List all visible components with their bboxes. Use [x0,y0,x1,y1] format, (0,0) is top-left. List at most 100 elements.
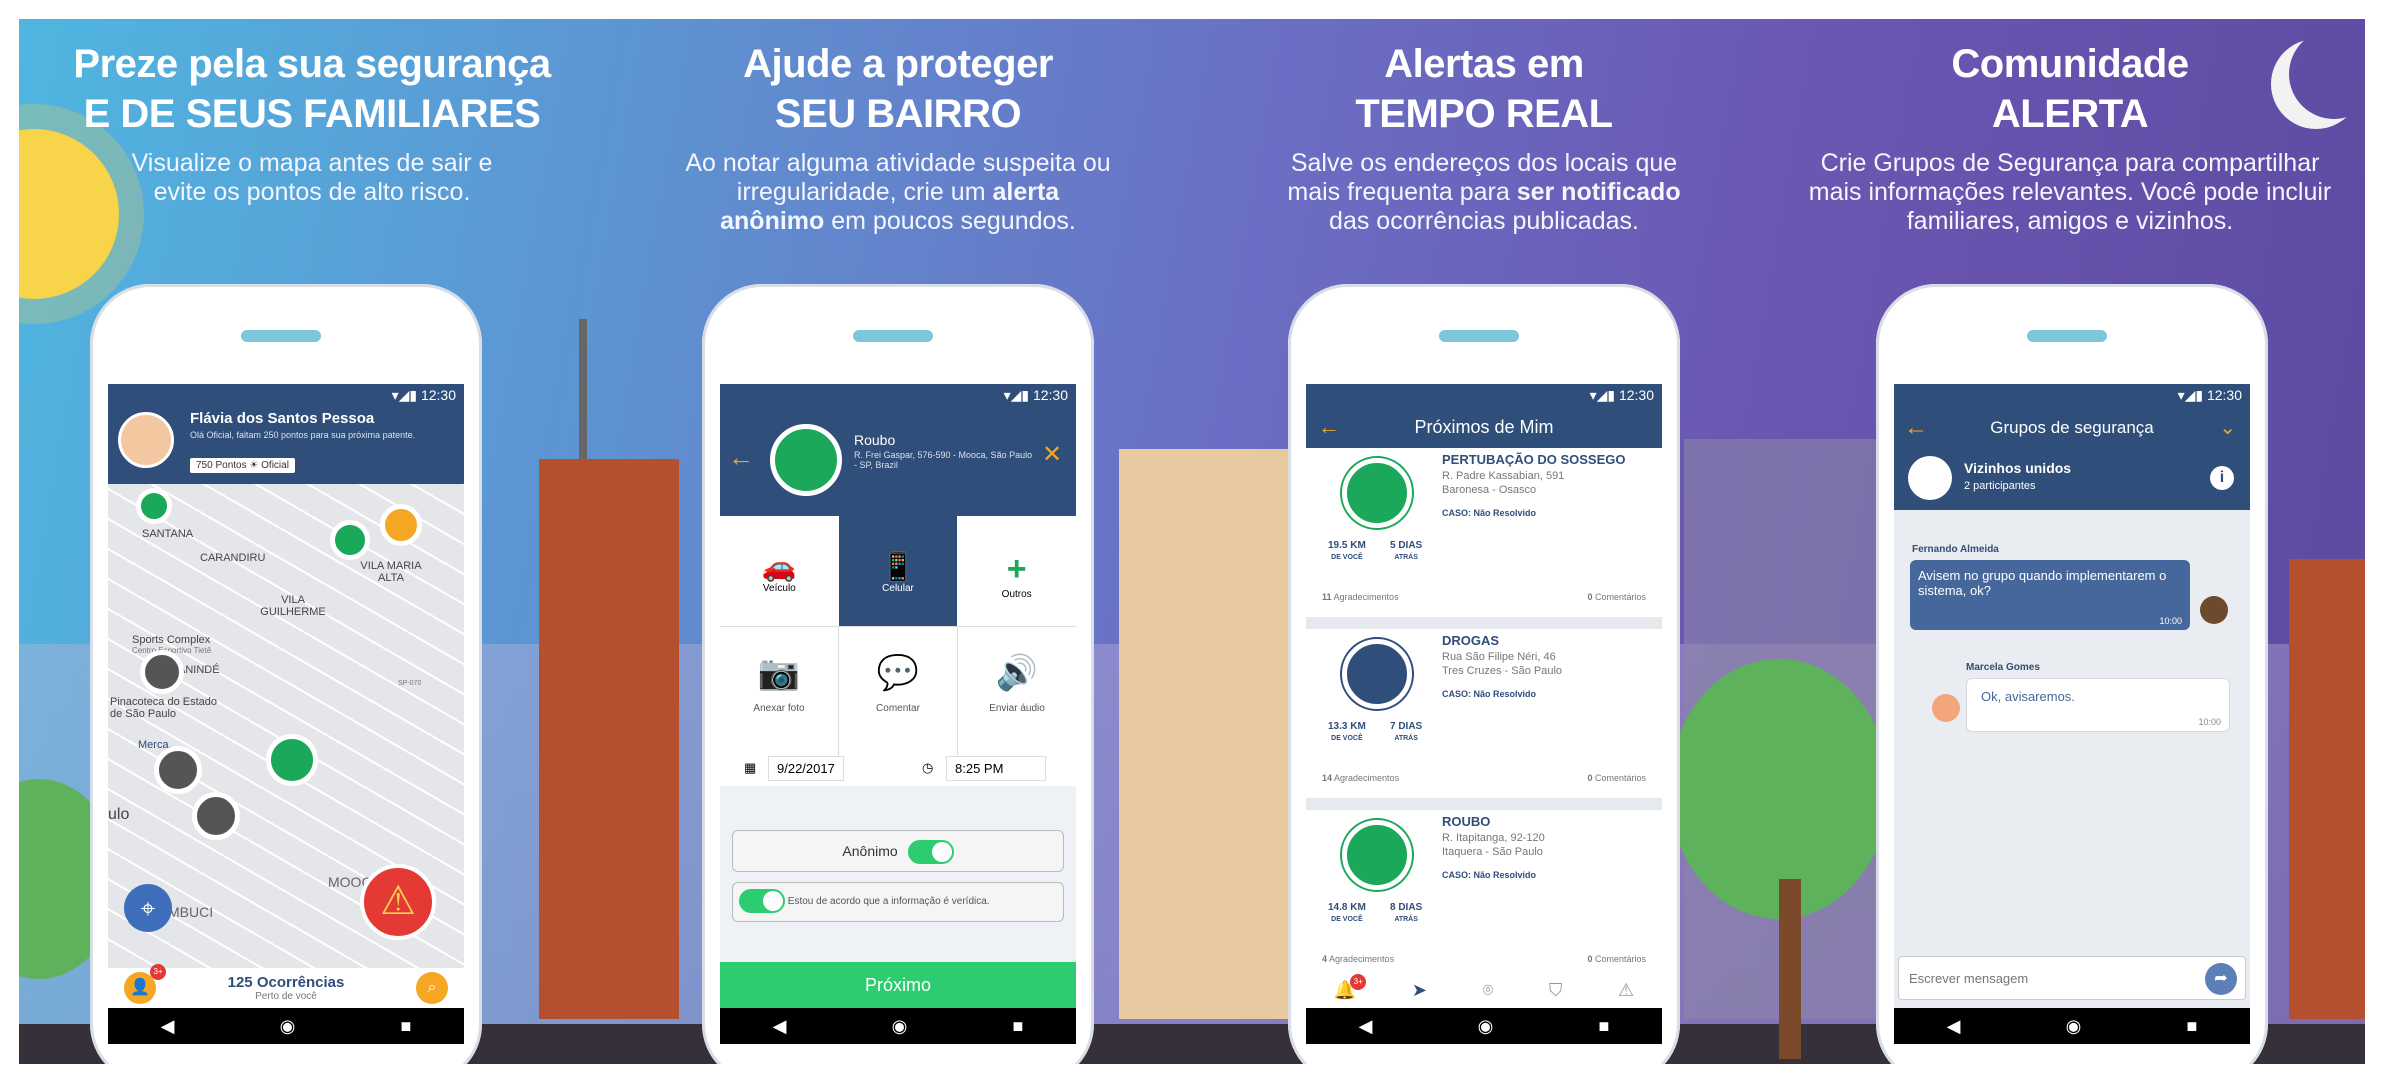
alert-distance: 13.3 KM DE VOCÊ [1328,721,1366,742]
profile-button[interactable]: 👤 3+ [124,964,166,1004]
calendar-icon: ▦ [744,760,757,775]
back-icon[interactable]: ◀ [1947,1016,1961,1037]
robbery-alert-pin[interactable] [154,746,202,794]
user-name: Flávia dos Santos Pessoa [190,410,375,427]
alert-status: CASO: Não Resolvido [1442,870,1537,880]
message-time: 10:00 [2198,717,2221,727]
alert-type: DROGAS [1442,633,1500,648]
report-header: ← Roubo R. Frei Gaspar, 576-590 - Mooca,… [720,406,1076,516]
chevron-down-icon[interactable]: ⌄ [2219,406,2236,450]
phone-speaker [2027,330,2107,342]
date-time-row: ▦ 9/22/2017 ◷ 8:25 PM [720,756,1076,786]
alert-comments: 0 Comentários [1587,954,1646,964]
android-navbar: ◀ ◉ ■ [1894,1008,2250,1044]
home-icon[interactable]: ◉ [280,1016,296,1037]
header-4: Comunidade ALERTA Crie Grupos de Seguran… [1777,39,2363,236]
next-button[interactable]: Próximo [720,962,1076,1008]
recent-apps-icon[interactable]: ■ [1013,1016,1024,1037]
phone-2: ▾◢▮ 12:30 ← Roubo R. Frei Gaspar, 576-59… [702,284,1094,1064]
alert-distance: 14.8 KM DE VOCÊ [1328,902,1366,923]
recent-apps-icon[interactable]: ■ [2187,1016,2198,1037]
anonymous-toggle-row[interactable]: Anônimo [732,830,1064,872]
back-icon[interactable]: ◀ [773,1016,787,1037]
map-icon[interactable]: ⛉ [1549,980,1563,1001]
nearby-screen: ▾◢▮ 12:30 ← Próximos de Mim 19.5 KM DE VO… [1306,384,1662,1044]
map-label: Sports Complex [132,634,211,646]
alert-card[interactable]: 19.5 KM DE VOCÊ 5 DIAS ATRÁS PERTUBAÇÃO DO… [1306,448,1662,623]
attachment-actions: 📷 Anexar foto 💬 Comentar 🔊 Enviar áudio [720,626,1076,756]
alert-address: Tres Cruzes - São Paulo [1442,665,1563,677]
recent-apps-icon[interactable]: ■ [1599,1016,1610,1037]
alert-comments: 0 Comentários [1587,592,1646,602]
alert-address: R. Padre Kassabian, 591 [1442,470,1565,482]
occurrence-summary[interactable]: 125 Ocorrências Perto de você [228,974,345,1002]
header-3: Alertas em TEMPO REAL Salve os endereços… [1191,39,1777,236]
header-3-desc: Salve os endereços dos locais que mais f… [1287,149,1681,235]
anonymous-switch[interactable] [907,840,954,865]
agree-toggle-row[interactable]: Estou de acordo que a informação é veríd… [732,882,1064,922]
noise-alert-pin[interactable] [136,488,172,524]
back-icon[interactable]: ◀ [1359,1016,1373,1037]
send-icon[interactable]: ➦ [2205,963,2237,995]
message-bubble[interactable]: Avisem no grupo quando implementarem o s… [1910,560,2190,630]
close-icon[interactable]: ✕ [1042,440,1062,469]
status-bar: ▾◢▮ 12:30 [1894,384,2250,406]
map[interactable]: SANTANA CARANDIRU VILA MARIA ALTA VILA G… [108,484,464,968]
alert-card[interactable]: 14.8 KM DE VOCÊ 8 DIAS ATRÁS ROUBO R. Itap… [1306,810,1662,985]
alert-address: Baronesa - Osasco [1442,484,1537,496]
home-icon[interactable]: ◉ [1478,1016,1494,1037]
phone-3: ▾◢▮ 12:30 ← Próximos de Mim 19.5 KM DE VO… [1288,284,1680,1064]
send-audio-button[interactable]: 🔊 Enviar áudio [958,627,1076,756]
plus-icon: + [1006,550,1027,588]
noise-alert-pin[interactable] [266,734,318,786]
option-other[interactable]: + Outros [957,516,1076,626]
navigation-icon[interactable]: ➤ [1412,980,1427,1001]
home-icon[interactable]: ◉ [2066,1016,2082,1037]
noise-alert-pin[interactable] [330,520,370,560]
date-field[interactable]: 9/22/2017 [768,756,844,781]
android-navbar: ◀ ◉ ■ [720,1008,1076,1044]
occurrence-count: 125 Ocorrências [227,974,345,991]
attach-photo-button[interactable]: 📷 Anexar foto [720,627,839,756]
back-arrow-icon[interactable]: ← [1904,406,1928,450]
back-arrow-icon[interactable]: ← [728,442,754,473]
locate-button[interactable]: ⌖ [124,884,172,932]
search-icon[interactable]: ⌕ [416,972,448,1004]
alert-thanks: 11 Agradecimentos [1322,592,1399,602]
option-vehicle[interactable]: 🚗 Veículo [720,516,839,626]
avatar[interactable] [118,412,174,468]
comment-button[interactable]: 💬 Comentar [839,627,958,756]
back-icon[interactable]: ◀ [161,1016,175,1037]
robbery-alert-pin[interactable] [140,650,184,694]
alert-type: PERTUBAÇÃO DO SOSSEGO [1442,452,1626,467]
agree-switch[interactable] [739,889,785,914]
agree-label: Estou de acordo que a informação é veríd… [787,896,990,907]
theft-alert-pin[interactable] [380,504,422,546]
phone-speaker [853,330,933,342]
warning-icon[interactable]: ⚠ [1618,980,1634,1001]
message-input[interactable] [1909,965,2189,991]
time-field[interactable]: 8:25 PM [946,756,1046,781]
alert-age: 8 DIAS ATRÁS [1390,902,1423,923]
recent-apps-icon[interactable]: ■ [401,1016,412,1037]
phone-speaker [241,330,321,342]
speaker-icon: 🔊 [995,654,1039,692]
panic-alert-button[interactable]: ⚠ [360,864,436,940]
info-icon[interactable]: i [2210,466,2234,490]
header-2: Ajude a proteger SEU BAIRRO Ao notar alg… [605,39,1191,236]
robbery-type-icon [770,424,842,496]
alert-distance: 19.5 KM DE VOCÊ [1328,540,1366,561]
option-phone[interactable]: 📱 Celular [838,516,958,626]
back-arrow-icon[interactable]: ← [1318,406,1340,448]
home-icon[interactable]: ◉ [892,1016,908,1037]
alert-card[interactable]: 13.3 KM DE VOCÊ 7 DIAS ATRÁS DROGAS Rua Sã… [1306,629,1662,804]
nearby-title: Próximos de Mim [1414,417,1554,437]
message-bubble[interactable]: Ok, avisaremos. 10:00 [1966,678,2230,732]
alert-age: 5 DIAS ATRÁS [1390,540,1423,561]
robbery-alert-pin[interactable] [192,792,240,840]
tab-alerts[interactable]: 🔔 3+ [1334,973,1367,1001]
alert-list: 19.5 KM DE VOCÊ 5 DIAS ATRÁS PERTUBAÇÃO DO… [1306,448,1662,1008]
user-subtitle: Olá Oficial, faltam 250 pontos para sua … [190,430,416,440]
notification-badge: 3+ [1350,973,1367,990]
location-pin-icon[interactable]: ⌾ [1483,980,1494,1001]
